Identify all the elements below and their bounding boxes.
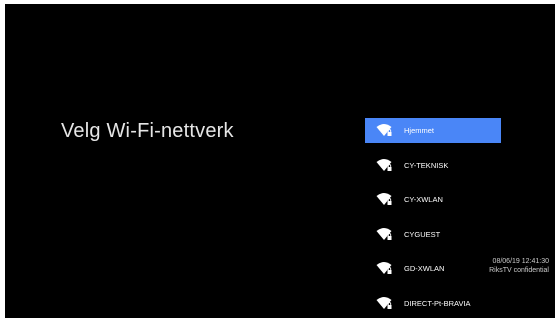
wifi-lock-icon bbox=[376, 124, 392, 136]
wifi-item-label: GD-XWLAN bbox=[404, 264, 445, 273]
overlay-timestamp: 08/06/19 12:41:30 bbox=[492, 258, 549, 265]
wifi-item-cy-xwlan[interactable]: CY-XWLAN bbox=[365, 187, 501, 212]
page-title: Velg Wi-Fi-nettverk bbox=[61, 120, 234, 142]
wifi-item-cyguest[interactable]: CYGUEST bbox=[365, 222, 501, 247]
wifi-item-label: CY-XWLAN bbox=[404, 195, 443, 204]
wifi-network-list: Hjemmet CY-TEKNISK CY-XWLAN CYGUEST GD-X… bbox=[365, 118, 501, 318]
wifi-item-label: CYGUEST bbox=[404, 229, 441, 239]
wifi-item-label: Hjemmet bbox=[404, 126, 435, 135]
wifi-item-label: CY-TEKNISK bbox=[404, 160, 449, 170]
wifi-item-hjemmet[interactable]: Hjemmet bbox=[365, 118, 501, 143]
overlay-caption: RiksTV confidential bbox=[489, 267, 549, 274]
wifi-lock-icon bbox=[376, 158, 392, 171]
wifi-lock-icon bbox=[376, 193, 392, 205]
tv-screen: Velg Wi-Fi-nettverk Hjemmet CY-TEKNISK C… bbox=[5, 4, 555, 318]
wifi-lock-icon bbox=[376, 262, 392, 274]
wifi-item-direct-bravia[interactable]: DIRECT-Pt-BRAVIA bbox=[365, 291, 501, 316]
wifi-item-cy-teknisk[interactable]: CY-TEKNISK bbox=[365, 153, 501, 178]
wifi-item-label: DIRECT-Pt-BRAVIA bbox=[404, 298, 471, 308]
timestamp-overlay: 08/06/19 12:41:30 RiksTV confidential bbox=[449, 257, 549, 275]
wifi-lock-icon bbox=[376, 296, 392, 309]
wifi-lock-icon bbox=[376, 227, 392, 240]
